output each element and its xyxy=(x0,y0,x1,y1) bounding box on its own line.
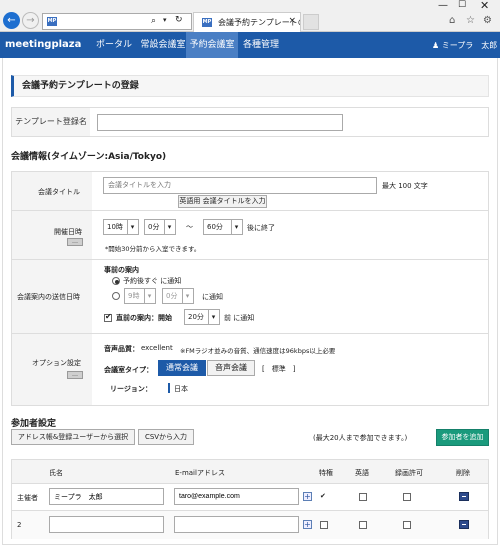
english-checkbox[interactable] xyxy=(359,493,367,501)
tab-close-icon[interactable]: × xyxy=(288,16,296,26)
favicon-icon: MP xyxy=(47,17,57,26)
row-role: 主催者 xyxy=(17,494,38,502)
col-delete: 削除 xyxy=(456,469,470,477)
english-title-button[interactable]: 英語用 会議タイトルを入力 xyxy=(178,195,267,208)
region-marker xyxy=(168,383,170,393)
address-bar[interactable]: MP ⌕ ▾ ↻ xyxy=(42,13,192,30)
meeting-info-heading: 会議情報(タイムゾーン:Asia/Tokyo) xyxy=(11,152,167,162)
col-privilege: 特権 xyxy=(319,469,333,477)
notify-hour-select[interactable]: 9時 xyxy=(124,288,156,304)
before-notice-label: 直前の案内：開始 xyxy=(116,314,172,322)
option-toggle-button[interactable]: … xyxy=(67,371,83,379)
refresh-icon[interactable]: ↻ xyxy=(175,15,183,25)
row-role: 2 xyxy=(17,521,22,529)
back-button[interactable]: ← xyxy=(3,12,20,29)
notify-immediate-label: 予約後すぐ に通知 xyxy=(123,277,182,285)
notify-label: 会議案内の送信日時 xyxy=(17,293,80,301)
user-icon: ♟ xyxy=(432,41,440,50)
entry-note: *開始30分前から入室できます。 xyxy=(105,245,201,253)
divider xyxy=(12,210,488,211)
divider xyxy=(12,333,488,334)
participant-name-input[interactable] xyxy=(49,516,164,533)
region-value: 日本 xyxy=(174,385,188,393)
maximize-icon[interactable]: ☐ xyxy=(458,0,466,10)
participant-limit-note: (最大20人まで参加できます。) xyxy=(313,434,408,442)
room-type-label: 会議室タイプ： xyxy=(104,366,153,374)
notify-scheduled-suffix: に通知 xyxy=(202,293,223,301)
home-icon[interactable]: ⌂ xyxy=(449,15,455,26)
csv-import-button[interactable]: CSVから入力 xyxy=(138,429,194,445)
tilde-separator: ～ xyxy=(186,223,193,231)
tab-favicon-icon: MP xyxy=(202,18,212,27)
delete-row-icon[interactable] xyxy=(459,492,469,501)
audio-quality-value: excellent xyxy=(141,344,173,352)
meeting-title-input[interactable] xyxy=(103,177,377,194)
user-name: ミープラ 太郎 xyxy=(441,41,498,50)
advance-notice-title: 事前の案内 xyxy=(104,266,139,274)
divider xyxy=(12,259,488,260)
before-notice-checkbox[interactable]: ✔ xyxy=(104,312,112,322)
privilege-checkbox[interactable] xyxy=(320,521,328,529)
audio-quality-note: ※FMラジオ並みの音質、通信速度は96kbps以上必要 xyxy=(180,347,336,355)
before-notice-select[interactable]: 20分 xyxy=(184,309,220,325)
region-label: リージョン： xyxy=(110,385,152,393)
col-recording: 録画許可 xyxy=(395,469,423,477)
page-title: 会議予約テンプレートの登録 xyxy=(11,75,489,97)
add-email-icon[interactable]: + xyxy=(303,492,312,501)
recording-checkbox[interactable] xyxy=(403,521,411,529)
datetime-label: 開催日時 xyxy=(54,228,82,236)
nav-permanent-room[interactable]: 常設会議室 xyxy=(140,32,186,58)
search-icon[interactable]: ⌕ xyxy=(151,16,156,26)
nav-reserved-room[interactable]: 予約会議室 xyxy=(186,32,238,58)
col-english: 英語 xyxy=(355,469,369,477)
user-menu[interactable]: ♟ ミープラ 太郎 ▾ xyxy=(432,40,500,51)
template-name-label: テンプレート登録名 xyxy=(12,108,90,136)
add-participant-button[interactable]: 参加者を追加 xyxy=(436,429,489,446)
address-book-button[interactable]: アドレス帳&登録ユーザーから選択 xyxy=(11,429,135,445)
recording-checkbox[interactable] xyxy=(403,493,411,501)
template-name-input[interactable] xyxy=(97,114,343,131)
notify-minute-select[interactable]: 0分 xyxy=(162,288,194,304)
participant-email-input[interactable] xyxy=(174,488,299,505)
nav-portal[interactable]: ポータル xyxy=(88,32,140,58)
forward-button[interactable]: → xyxy=(22,12,39,29)
duration-select[interactable]: 60分 xyxy=(203,219,243,235)
browser-chrome: ← → MP ⌕ ▾ ↻ MP 会議予約テンプレートの登録 × — ☐ ✕ ⌂ … xyxy=(0,0,500,32)
nav-management[interactable]: 各種管理 xyxy=(238,32,284,58)
meeting-title-limit: 最大 100 文字 xyxy=(382,182,428,190)
checkmark-icon: ✔ xyxy=(105,312,112,321)
add-email-icon[interactable]: + xyxy=(303,520,312,529)
english-checkbox[interactable] xyxy=(359,521,367,529)
participants-heading: 参加者設定 xyxy=(11,419,57,429)
room-standard-text: [ 標準 ] xyxy=(262,365,296,373)
col-email: E-mailアドレス xyxy=(175,469,225,477)
col-name: 氏名 xyxy=(49,469,63,477)
meeting-title-label: 会議タイトル xyxy=(38,188,80,196)
notify-scheduled-radio[interactable] xyxy=(112,292,120,300)
browser-tab[interactable]: MP 会議予約テンプレートの登録 × xyxy=(193,12,301,32)
dropdown-icon[interactable]: ▾ xyxy=(163,16,167,24)
delete-row-icon[interactable] xyxy=(459,520,469,529)
meetingplaza-logo[interactable]: meetingplaza xyxy=(5,39,81,50)
room-type-audio-button[interactable]: 音声会議 xyxy=(207,360,255,376)
end-suffix-text: 後に終了 xyxy=(247,224,275,232)
datetime-toggle-button[interactable]: … xyxy=(67,238,83,246)
new-tab-button[interactable] xyxy=(303,14,319,30)
close-window-icon[interactable]: ✕ xyxy=(480,0,489,12)
favorites-icon[interactable]: ☆ xyxy=(466,15,475,26)
privilege-check: ✔ xyxy=(320,492,326,500)
participant-name-input[interactable] xyxy=(49,488,164,505)
start-hour-select[interactable]: 10時 xyxy=(103,219,139,235)
participant-email-input[interactable] xyxy=(174,516,299,533)
option-settings-label: オプション設定 xyxy=(32,359,81,367)
minimize-icon[interactable]: — xyxy=(438,0,448,11)
notify-immediate-radio[interactable] xyxy=(112,277,120,285)
before-notice-suffix: 前 に通知 xyxy=(224,314,255,322)
start-minute-select[interactable]: 0分 xyxy=(144,219,176,235)
settings-icon[interactable]: ⚙ xyxy=(483,15,492,26)
room-type-normal-button[interactable]: 通常会議 xyxy=(158,360,206,376)
audio-quality-label: 音声品質： xyxy=(104,345,139,353)
